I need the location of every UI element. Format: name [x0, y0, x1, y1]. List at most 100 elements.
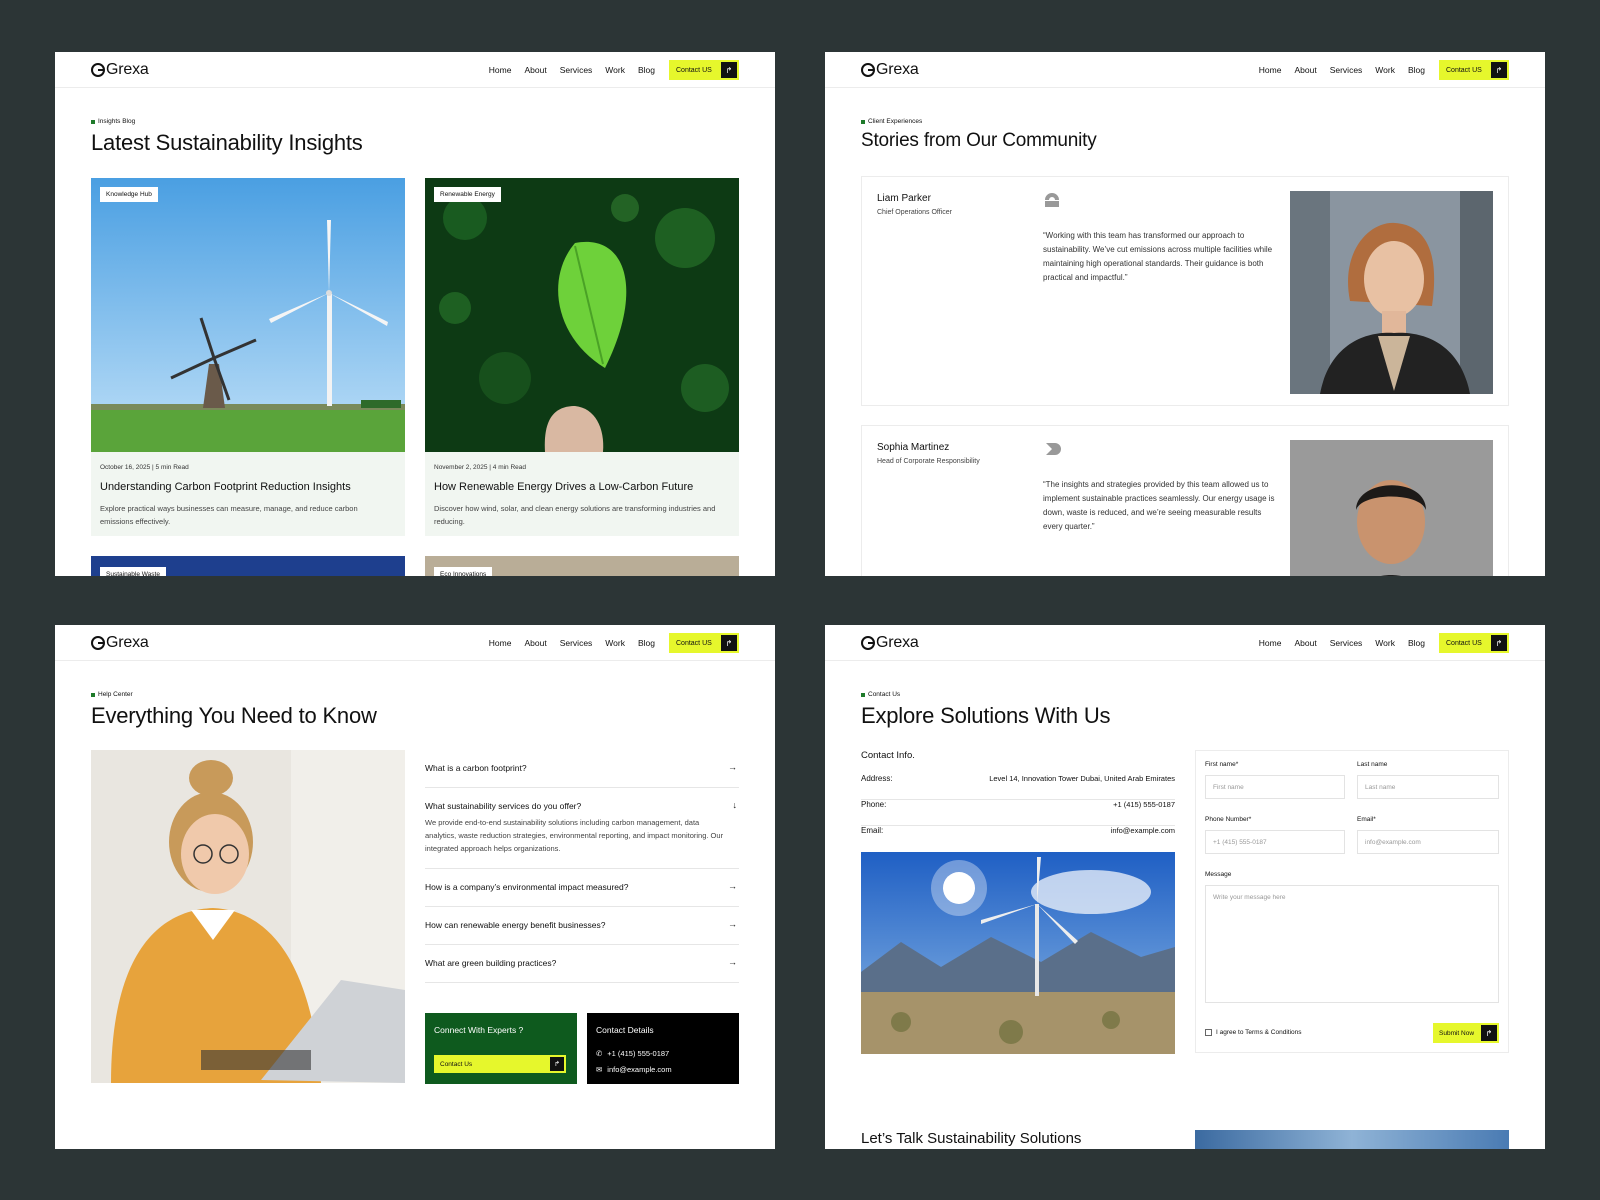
arrow-up-right-icon: ↱ — [721, 635, 737, 651]
blog-card[interactable]: Renewable Energy November 2, 2025 | 4 mi… — [425, 178, 739, 536]
chevron-right-icon: → — [728, 881, 737, 891]
sky-image-partial — [1195, 1130, 1509, 1149]
testimonial-card: Liam Parker Chief Operations Officer “Wo… — [861, 176, 1509, 406]
card-description: Explore practical ways businesses can me… — [100, 504, 358, 526]
card-badge[interactable]: Knowledge Hub — [100, 187, 158, 202]
message-textarea[interactable]: Write your message here — [1205, 885, 1499, 1003]
nav-item-services[interactable]: Services — [1330, 65, 1363, 75]
email-input[interactable]: info@example.com — [1357, 830, 1499, 854]
phone-row: Phone: +1 (415) 555-0187 — [861, 800, 1175, 826]
chevron-right-icon: → — [728, 919, 737, 929]
last-name-input[interactable]: Last name — [1357, 775, 1499, 799]
blog-card-partial[interactable]: Eco Innovations — [425, 556, 739, 576]
contact-us-button[interactable]: Contact US ↱ — [1439, 60, 1509, 80]
section-title: Everything You Need to Know — [91, 703, 377, 728]
email-label: Email* — [1357, 816, 1376, 823]
faq-panel: Grexa Home About Services Work Blog Cont… — [55, 625, 775, 1149]
section-tag: Contact Us — [861, 691, 900, 698]
nav-item-home[interactable]: Home — [489, 65, 512, 75]
tag-dot-icon — [861, 119, 865, 124]
contact-us-button[interactable]: Contact US ↱ — [669, 60, 739, 80]
faq-item[interactable]: What is a carbon footprint? → — [425, 750, 739, 788]
card-title[interactable]: How Renewable Energy Drives a Low-Carbon… — [434, 481, 693, 493]
nav-item-home[interactable]: Home — [489, 638, 512, 648]
nav-menu: Home About Services Work Blog — [1259, 638, 1425, 648]
contact-phone[interactable]: ✆ +1 (415) 555-0187 — [596, 1049, 669, 1058]
nav-item-home[interactable]: Home — [1259, 65, 1282, 75]
card-badge[interactable]: Eco Innovations — [434, 567, 493, 576]
nav-item-about[interactable]: About — [1294, 638, 1316, 648]
card-meta: October 16, 2025 | 5 min Read — [100, 464, 189, 471]
checkbox-icon[interactable] — [1205, 1029, 1212, 1036]
connect-title: Connect With Experts ? — [434, 1025, 524, 1035]
chevron-right-icon: → — [728, 957, 737, 967]
logo[interactable]: Grexa — [91, 61, 149, 79]
nav-item-blog[interactable]: Blog — [1408, 65, 1425, 75]
nav-item-blog[interactable]: Blog — [638, 638, 655, 648]
section-tag: Insights Blog — [91, 118, 135, 125]
nav-menu: Home About Services Work Blog — [489, 638, 655, 648]
section-title: Stories from Our Community — [861, 130, 1097, 151]
contact-details-title: Contact Details — [596, 1025, 654, 1035]
nav-item-about[interactable]: About — [524, 65, 546, 75]
contact-info-title: Contact Info. — [861, 750, 915, 761]
phone-input[interactable]: +1 (415) 555-0187 — [1205, 830, 1345, 854]
nav-item-about[interactable]: About — [524, 638, 546, 648]
card-badge[interactable]: Sustainable Waste — [100, 567, 166, 576]
faq-question: What are green building practices? — [425, 958, 557, 968]
blog-panel: Grexa Home About Services Work Blog Cont… — [55, 52, 775, 576]
nav-item-home[interactable]: Home — [1259, 638, 1282, 648]
terms-checkbox[interactable]: I agree to Terms & Conditions — [1205, 1029, 1302, 1036]
wind-turbine-image: Knowledge Hub — [91, 178, 405, 452]
first-name-input[interactable]: First name — [1205, 775, 1345, 799]
logo[interactable]: Grexa — [861, 61, 919, 79]
arrow-up-right-icon: ↱ — [1481, 1025, 1497, 1041]
nav-item-services[interactable]: Services — [560, 638, 593, 648]
person-photo — [1290, 440, 1493, 576]
nav-item-services[interactable]: Services — [1330, 638, 1363, 648]
logo[interactable]: Grexa — [91, 634, 149, 652]
blog-card-partial[interactable]: Sustainable Waste — [91, 556, 405, 576]
leaf-image: Renewable Energy — [425, 178, 739, 452]
card-badge[interactable]: Renewable Energy — [434, 187, 501, 202]
nav-item-work[interactable]: Work — [1375, 638, 1395, 648]
nav-item-work[interactable]: Work — [605, 638, 625, 648]
contact-us-button[interactable]: Contact US ↱ — [669, 633, 739, 653]
tag-dot-icon — [91, 692, 95, 697]
tag-dot-icon — [91, 119, 95, 124]
blog-card[interactable]: Knowledge Hub October 16, 2025 | 5 min R… — [91, 178, 405, 536]
card-title[interactable]: Understanding Carbon Footprint Reduction… — [100, 481, 351, 493]
testimonial-role: Head of Corporate Responsibility — [877, 458, 980, 465]
faq-question: How is a company’s environmental impact … — [425, 882, 629, 892]
faq-item-expanded[interactable]: What sustainability services do you offe… — [425, 788, 739, 869]
contact-us-button[interactable]: Contact US ↱ — [1439, 633, 1509, 653]
faq-item[interactable]: How is a company’s environmental impact … — [425, 869, 739, 907]
phone-icon: ✆ — [596, 1049, 603, 1058]
contact-panel: Grexa Home About Services Work Blog Cont… — [825, 625, 1545, 1149]
bottom-section-title: Let’s Talk Sustainability Solutions — [861, 1130, 1082, 1147]
faq-item[interactable]: What are green building practices? → — [425, 945, 739, 983]
nav-item-about[interactable]: About — [1294, 65, 1316, 75]
logo-mark-icon — [91, 636, 105, 650]
section-title: Explore Solutions With Us — [861, 703, 1111, 728]
nav-item-services[interactable]: Services — [560, 65, 593, 75]
last-name-label: Last name — [1357, 761, 1388, 768]
faq-item[interactable]: How can renewable energy benefit busines… — [425, 907, 739, 945]
testimonial-quote: “The insights and strategies provided by… — [1043, 480, 1275, 531]
nav-item-work[interactable]: Work — [1375, 65, 1395, 75]
logo[interactable]: Grexa — [861, 634, 919, 652]
nav-item-work[interactable]: Work — [605, 65, 625, 75]
testimonial-name: Liam Parker — [877, 193, 931, 204]
section-tag: Client Experiences — [861, 118, 922, 125]
contact-email[interactable]: ✉ info@example.com — [596, 1065, 672, 1074]
stories-panel: Grexa Home About Services Work Blog Cont… — [825, 52, 1545, 576]
email-row: Email: info@example.com — [861, 826, 1175, 835]
testimonial-name: Sophia Martinez — [877, 442, 950, 453]
address-row: Address: Level 14, Innovation Tower Dubai… — [861, 774, 1175, 800]
nav-item-blog[interactable]: Blog — [1408, 638, 1425, 648]
wind-turbine-desert-image — [861, 852, 1175, 1054]
submit-button[interactable]: Submit Now ↱ — [1433, 1023, 1499, 1043]
contact-us-button[interactable]: Contact Us ↱ — [434, 1055, 566, 1073]
nav-item-blog[interactable]: Blog — [638, 65, 655, 75]
logo-mark-icon — [91, 63, 105, 77]
